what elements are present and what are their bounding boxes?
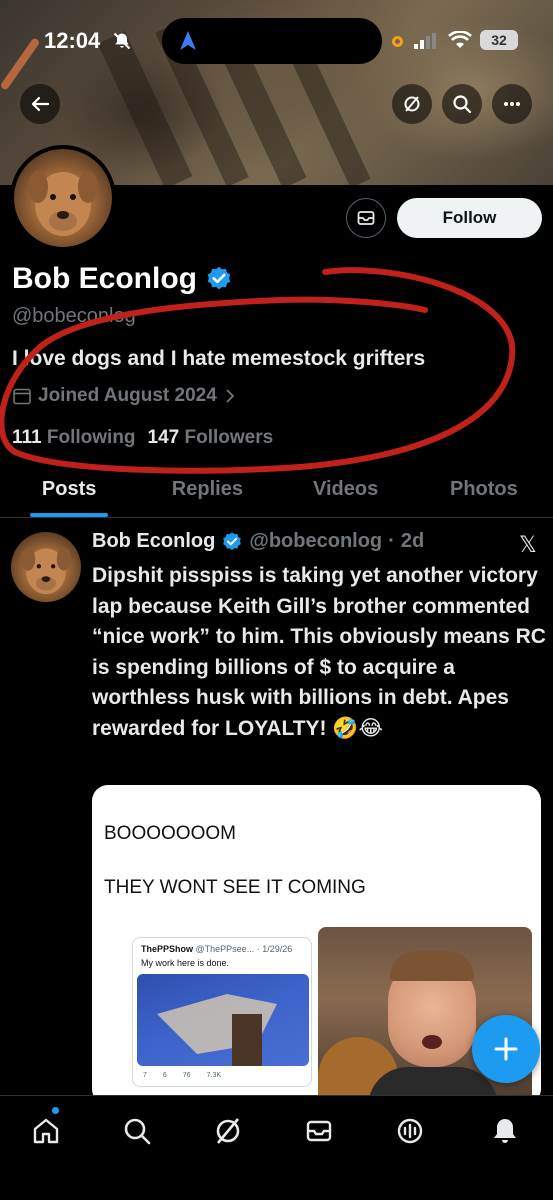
nav-explore[interactable]: [120, 1114, 154, 1148]
spaces-icon: [397, 1118, 423, 1144]
x-logo-icon: 𝕏: [519, 532, 537, 557]
embed-line-1: BOOOOOOOM: [104, 823, 236, 844]
tweet-dot: ·: [388, 530, 395, 552]
tab-replies[interactable]: Replies: [138, 470, 276, 517]
tweet-time: 2d: [400, 530, 425, 552]
bell-off-icon: [113, 32, 131, 50]
status-bar: 12:04 32: [0, 0, 553, 80]
arrow-left-icon: [31, 96, 50, 112]
hair: [390, 951, 474, 981]
home-notification-dot: [52, 1107, 59, 1114]
profile-tabs: Posts Replies Videos Photos: [0, 470, 553, 518]
bottom-nav: [0, 1095, 553, 1200]
bell-icon: [494, 1119, 516, 1143]
joined-date: Joined August 2024: [12, 385, 237, 407]
message-button[interactable]: [346, 198, 386, 238]
search-icon: [124, 1118, 151, 1145]
mic-indicator: [392, 36, 403, 47]
search-icon: [453, 95, 472, 114]
profile-bio: I love dogs and I hate memestock grifter…: [12, 347, 426, 370]
quoted-tweet-actions: 7 6 76 7.3K: [143, 1072, 222, 1079]
tab-posts[interactable]: Posts: [0, 470, 138, 517]
profile-name: Bob Econlog: [12, 262, 197, 295]
plus-icon: [494, 1037, 518, 1061]
tab-videos[interactable]: Videos: [277, 470, 415, 517]
search-button[interactable]: [442, 84, 482, 124]
compose-button[interactable]: [472, 1015, 540, 1083]
following-link[interactable]: 111 Following: [12, 427, 136, 449]
nav-grok[interactable]: [211, 1114, 245, 1148]
mouth: [422, 1035, 442, 1049]
more-button[interactable]: [492, 84, 532, 124]
follow-button[interactable]: Follow: [397, 198, 542, 238]
tweet-header: Bob Econlog @bobeconlog · 2d: [92, 530, 424, 553]
dog-avatar-image: [21, 547, 71, 595]
nav-notifications[interactable]: [488, 1114, 522, 1148]
tweet-author-name[interactable]: Bob Econlog: [92, 530, 215, 553]
wifi-icon: [448, 31, 472, 48]
home-icon: [33, 1118, 59, 1144]
more-icon: [504, 102, 520, 106]
followers-link[interactable]: 147 Followers: [148, 427, 274, 449]
profile-handle: @bobeconlog: [12, 305, 136, 327]
follow-stats: 111 Following 147 Followers: [12, 427, 273, 449]
quoted-tweet-name: ThePPShow: [141, 944, 194, 954]
nav-home[interactable]: [29, 1114, 63, 1148]
verified-badge-icon: [223, 531, 242, 550]
verified-badge-icon[interactable]: [205, 265, 233, 293]
quoted-tweet-card: ThePPShow @ThePPsee... · 1/29/26 My work…: [132, 937, 312, 1087]
profile-name-row: Bob Econlog: [12, 262, 233, 296]
status-time: 12:04: [44, 28, 101, 53]
battery-indicator: 32: [480, 30, 518, 50]
back-button[interactable]: [20, 84, 60, 124]
grok-button[interactable]: [392, 84, 432, 124]
tweet-text: Dipshit pisspiss is taking yet another v…: [92, 564, 546, 740]
quoted-tweet-handle: @ThePPsee... · 1/29/26: [195, 944, 293, 954]
profile-avatar[interactable]: [10, 145, 116, 251]
calendar-icon: [13, 388, 31, 405]
dog-avatar-image: [28, 171, 98, 236]
mail-icon: [357, 211, 375, 225]
tab-photos[interactable]: Photos: [415, 470, 553, 517]
signal-icon: [414, 33, 436, 49]
tweet-avatar[interactable]: [11, 532, 81, 602]
location-arrow-icon: [180, 31, 196, 50]
quoted-tweet-image: [137, 974, 309, 1066]
grok-icon: [404, 96, 420, 112]
nav-spaces[interactable]: [393, 1114, 427, 1148]
red-circle-annotation: [0, 267, 516, 474]
tweet-author-handle[interactable]: @bobeconlog: [249, 530, 382, 553]
nav-messages[interactable]: [302, 1114, 336, 1148]
mail-icon: [306, 1120, 332, 1142]
joined-text: Joined August 2024: [38, 385, 217, 406]
embed-line-2: THEY WONT SEE IT COMING: [104, 877, 366, 898]
grok-icon: [216, 1118, 240, 1144]
quoted-tweet-header: ThePPShow @ThePPsee... · 1/29/26: [141, 944, 292, 954]
chevron-right-icon[interactable]: [223, 388, 237, 404]
quoted-tweet-text: My work here is done.: [141, 958, 230, 968]
